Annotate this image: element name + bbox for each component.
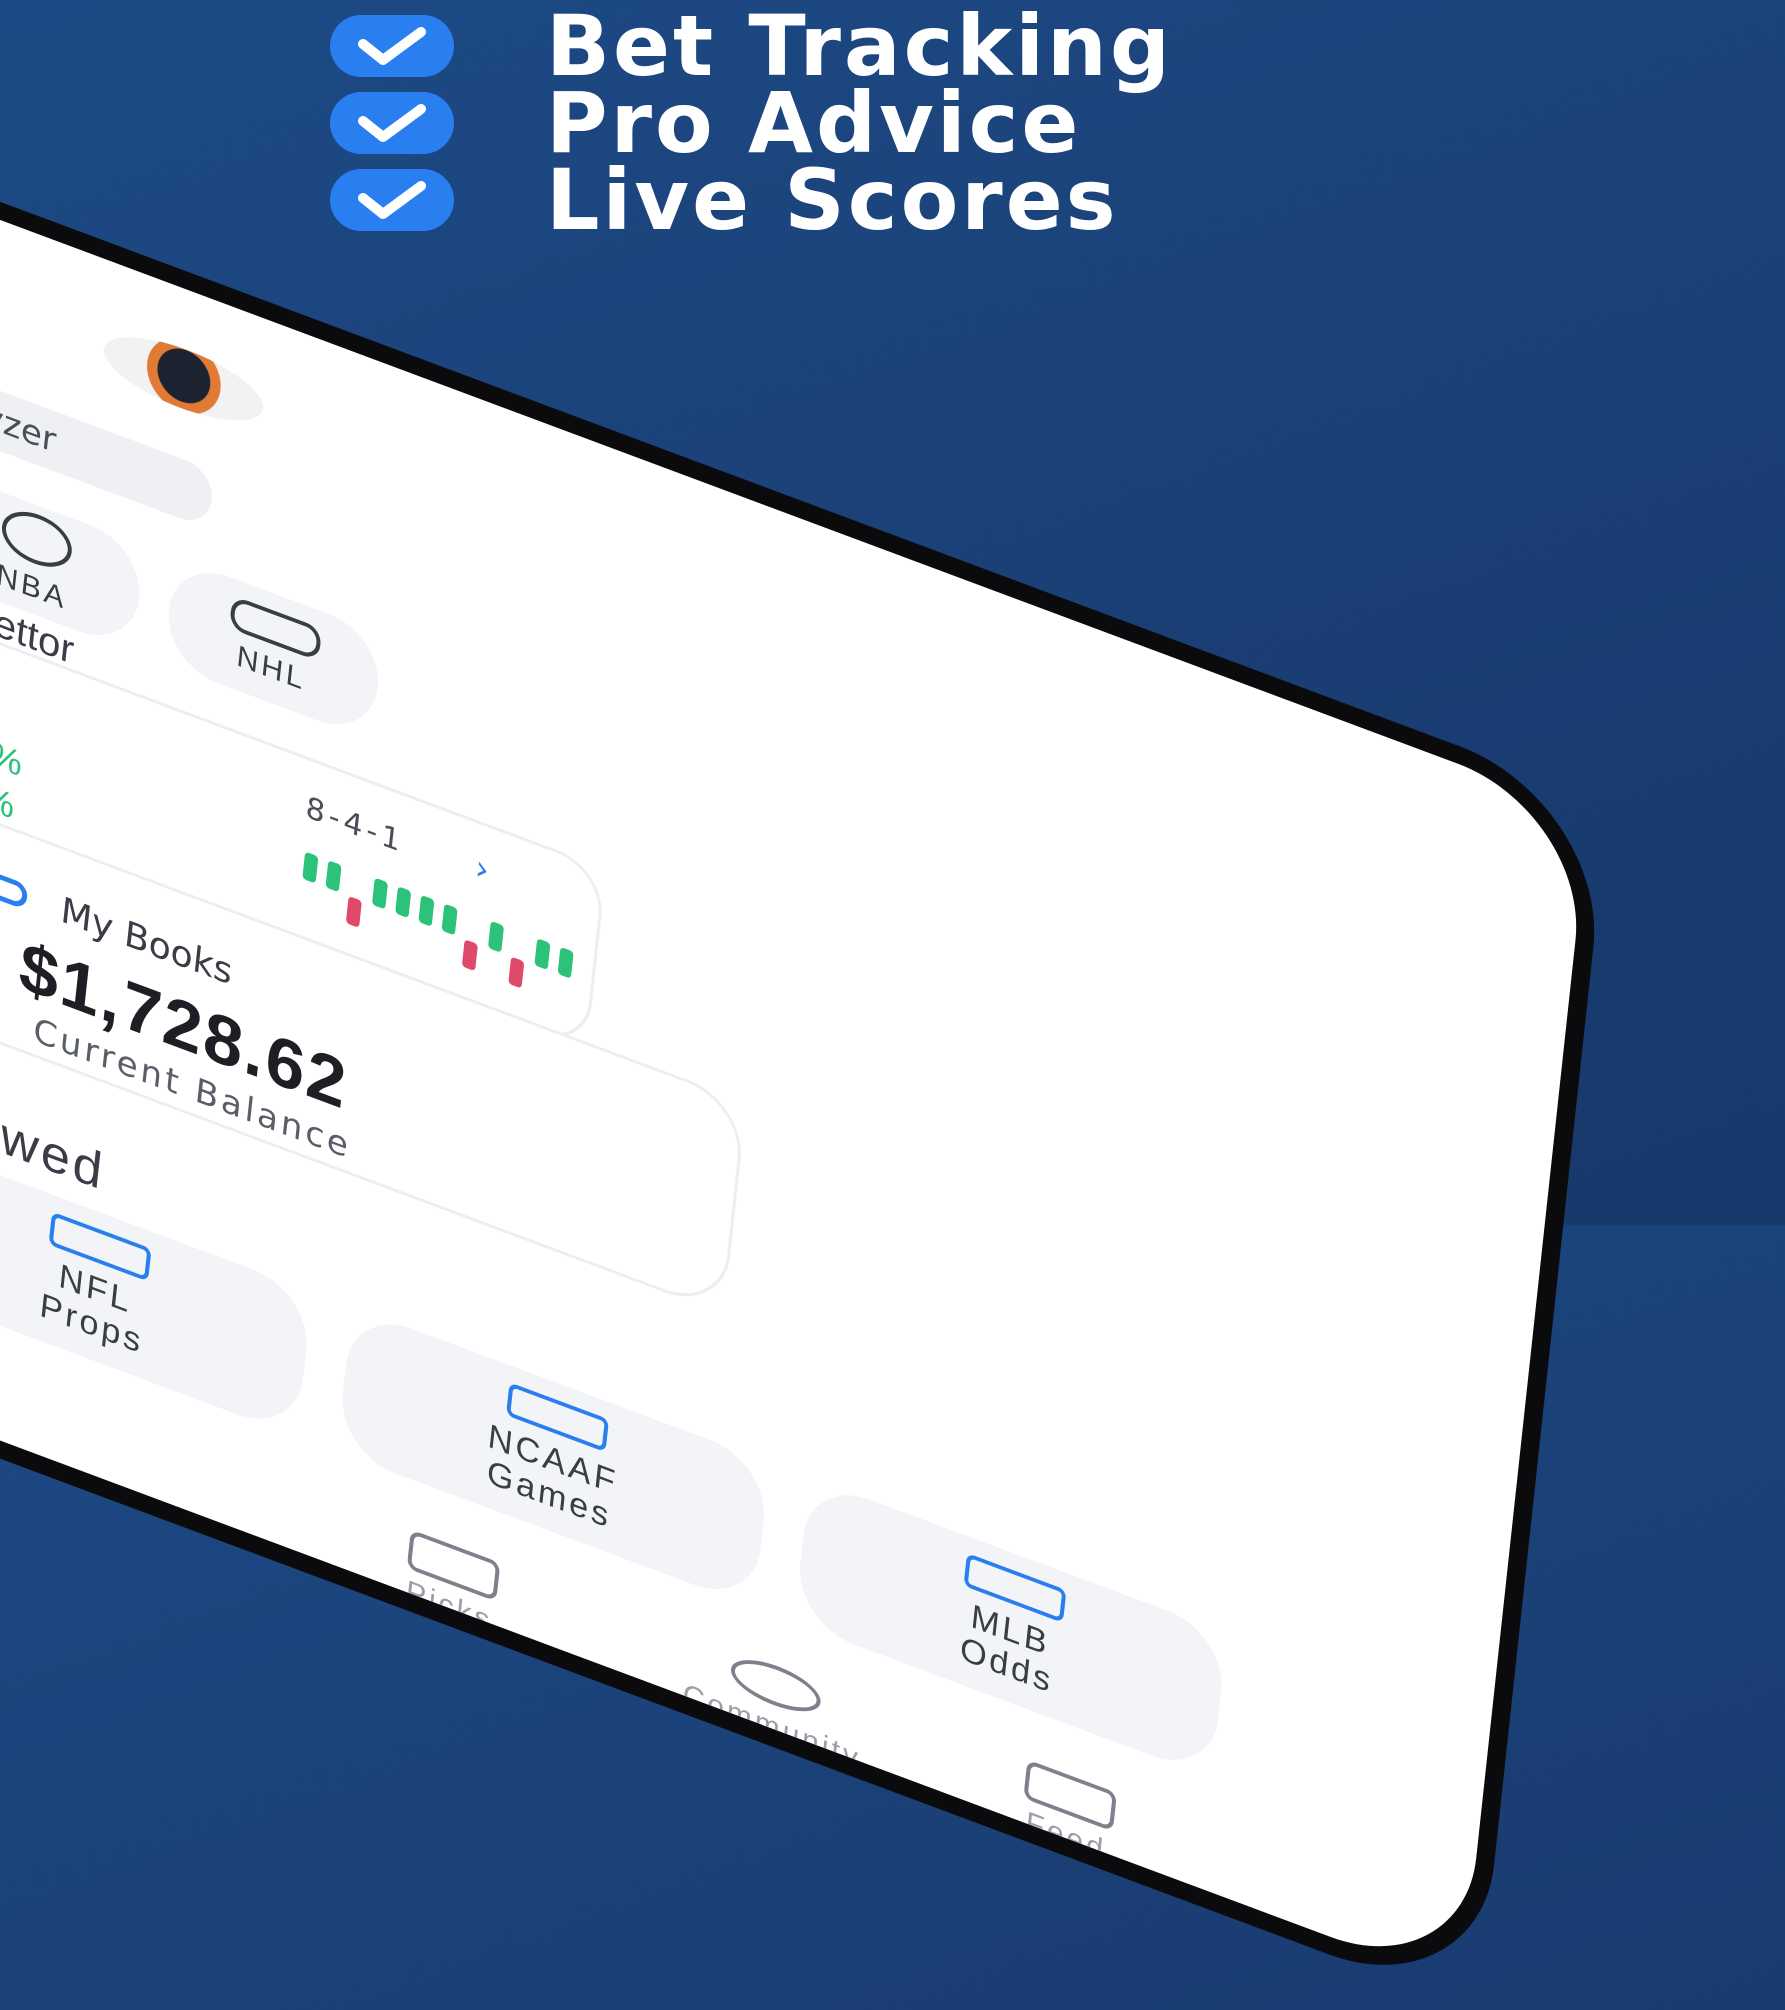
- trend-bar-win: [325, 861, 342, 892]
- tab-community[interactable]: Community: [681, 1633, 867, 1777]
- phone-screen: alyzer NBA NHL op Bettor 8-4-1 › el +12.…: [0, 84, 1590, 1987]
- avatar[interactable]: [100, 320, 267, 438]
- roi-value: +12.1%: [0, 699, 25, 785]
- trend-bar-loss: [508, 957, 524, 988]
- trend-bar-win: [557, 947, 574, 978]
- tab-picks[interactable]: Picks: [403, 1529, 501, 1640]
- sport-card-nhl[interactable]: NHL: [163, 556, 384, 741]
- feature-list: Odds & Picks Bet Tracking Pro Advice Liv…: [330, 0, 1201, 242]
- trend-bar-loss: [346, 897, 362, 927]
- check-icon: [330, 91, 454, 154]
- check-icon: [330, 14, 454, 77]
- feature-item: Pro Advice: [330, 81, 1201, 165]
- phone-frame: alyzer NBA NHL op Bettor 8-4-1 › el +12.…: [0, 60, 1610, 2010]
- trend-bar-win: [488, 922, 504, 952]
- trend-bar-win: [395, 887, 411, 917]
- check-icon: [330, 168, 454, 231]
- trend-bar-win: [372, 878, 388, 909]
- feature-label: Live Scores: [546, 150, 1119, 249]
- feature-item: Bet Tracking: [330, 4, 1201, 88]
- chevron-right-icon[interactable]: ›: [473, 847, 491, 891]
- sync-icon[interactable]: [0, 866, 29, 910]
- trend-bar-win: [441, 904, 458, 935]
- tab-feed[interactable]: Feed: [1019, 1759, 1117, 1871]
- trend-bar-win: [418, 896, 435, 926]
- feature-item: Live Scores: [330, 158, 1201, 242]
- trend-bar-win: [302, 852, 319, 883]
- roi-stat: el +12.1%: [0, 685, 24, 785]
- trend-bar-loss: [462, 940, 478, 971]
- trend-bar-win: [534, 939, 551, 969]
